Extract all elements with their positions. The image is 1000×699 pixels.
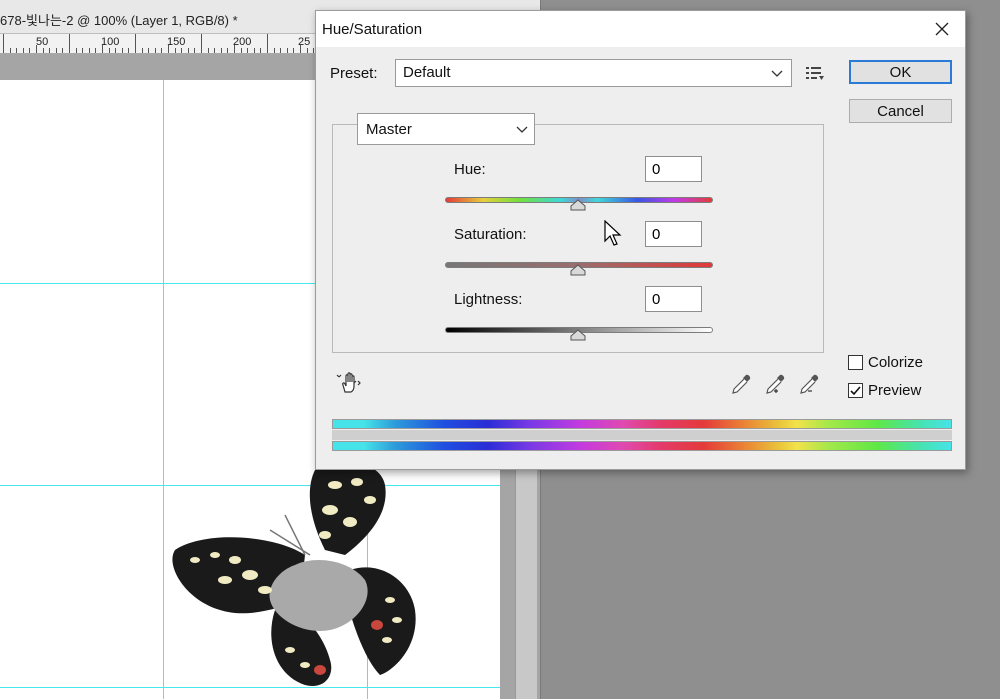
ruler-tick	[293, 48, 295, 53]
checkmark-icon	[850, 386, 861, 396]
saturation-label: Saturation:	[454, 226, 527, 243]
ruler-tick	[148, 48, 150, 53]
ruler-tick	[9, 48, 11, 53]
dialog-titlebar[interactable]: Hue/Saturation	[316, 11, 965, 47]
ruler-tick	[135, 34, 136, 53]
close-button[interactable]	[919, 11, 965, 47]
document-title: 678-빛나는-2 @ 100% (Layer 1, RGB/8) *	[0, 13, 238, 28]
eyedropper-minus-icon[interactable]	[798, 373, 820, 395]
hue-saturation-dialog: Hue/Saturation Preset: Default OK Cancel…	[315, 10, 966, 470]
ruler-tick	[194, 48, 196, 53]
mouse-cursor-icon	[604, 220, 622, 246]
input-color-bar	[332, 419, 952, 429]
color-range-bar[interactable]	[332, 430, 952, 440]
ruler-tick	[154, 48, 156, 53]
ruler-tick	[201, 34, 202, 53]
ruler-tick	[280, 48, 282, 53]
lightness-label: Lightness:	[454, 291, 523, 308]
ruler-tick	[220, 48, 222, 53]
ruler-tick	[168, 45, 169, 53]
ruler-tick	[207, 48, 209, 53]
eyedropper-icon[interactable]	[730, 373, 752, 395]
chevron-down-icon	[771, 70, 783, 77]
ruler-label: 100	[101, 36, 120, 48]
saturation-input[interactable]	[645, 221, 702, 247]
ok-button[interactable]: OK	[849, 60, 952, 84]
close-icon	[935, 22, 949, 36]
chevron-down-icon	[516, 126, 528, 133]
eyedropper-plus-icon[interactable]	[764, 373, 786, 395]
ruler-tick	[49, 48, 51, 53]
ruler-tick	[102, 45, 103, 53]
ruler-tick	[234, 45, 235, 53]
ruler-tick	[260, 48, 262, 53]
ruler-tick	[174, 48, 176, 53]
ruler-tick	[300, 45, 301, 53]
ruler-tick	[82, 48, 84, 53]
preview-checkbox[interactable]: Preview	[848, 382, 921, 399]
ruler-tick	[42, 48, 44, 53]
ruler-tick	[55, 48, 57, 53]
saturation-slider-thumb[interactable]	[570, 264, 586, 276]
ruler-tick	[141, 48, 143, 53]
guide-line	[163, 80, 164, 699]
ruler-label: 50	[36, 36, 49, 48]
ruler-label: 150	[167, 36, 186, 48]
ruler-tick	[161, 48, 163, 53]
ruler-tick	[214, 48, 216, 53]
ruler-tick	[75, 48, 77, 53]
ruler-tick	[247, 48, 249, 53]
ruler-tick	[22, 48, 24, 53]
ruler-tick	[306, 48, 308, 53]
butterfly-image	[172, 461, 416, 686]
adjustment-group	[332, 124, 824, 353]
colorize-checkbox-box[interactable]	[848, 355, 863, 370]
preview-label: Preview	[868, 382, 922, 399]
preset-options-icon[interactable]	[805, 65, 825, 81]
ruler-tick	[69, 34, 70, 53]
hue-label: Hue:	[454, 161, 486, 178]
preview-checkbox-box[interactable]	[848, 383, 863, 398]
ruler-tick	[253, 48, 255, 53]
ruler-tick	[115, 48, 117, 53]
channel-value: Master	[366, 121, 412, 138]
ruler-tick	[3, 34, 4, 53]
ruler-tick	[273, 48, 275, 53]
dialog-title: Hue/Saturation	[322, 21, 423, 38]
hue-input[interactable]	[645, 156, 702, 182]
channel-dropdown[interactable]: Master	[357, 113, 535, 145]
colorize-checkbox[interactable]: Colorize	[848, 354, 923, 371]
ruler-tick	[95, 48, 97, 53]
output-color-bar	[332, 441, 952, 451]
ruler-tick	[121, 48, 123, 53]
ruler-tick	[128, 48, 130, 53]
cancel-button[interactable]: Cancel	[849, 99, 952, 123]
hue-slider-thumb[interactable]	[570, 199, 586, 211]
lightness-input[interactable]	[645, 286, 702, 312]
targeted-adjustment-hand-icon[interactable]	[336, 371, 362, 395]
ruler-tick	[88, 48, 90, 53]
ruler-tick	[29, 48, 31, 53]
preset-label: Preset:	[330, 65, 378, 82]
ruler-tick	[227, 48, 229, 53]
lightness-slider-thumb[interactable]	[570, 329, 586, 341]
ruler-tick	[240, 48, 242, 53]
ruler-tick	[267, 34, 268, 53]
ruler-tick	[108, 48, 110, 53]
ruler-label: 200	[233, 36, 252, 48]
colorize-label: Colorize	[868, 354, 924, 371]
preset-value: Default	[403, 64, 451, 81]
ruler-tick	[187, 48, 189, 53]
preset-dropdown[interactable]: Default	[395, 59, 792, 87]
ruler-tick	[286, 48, 288, 53]
ruler-tick	[36, 45, 37, 53]
ruler-tick	[16, 48, 18, 53]
ruler-tick	[62, 48, 64, 53]
document-scrollbar[interactable]	[515, 470, 537, 699]
ruler-tick	[181, 48, 183, 53]
